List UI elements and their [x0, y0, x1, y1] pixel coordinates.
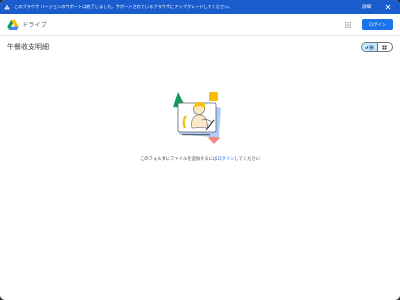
warning-icon: [2, 0, 12, 14]
empty-message-login-link[interactable]: ログイン: [217, 157, 234, 162]
unsupported-browser-banner: このブラウザ バージョンのサポートは終了しました。サポートされているブラウザにア…: [0, 0, 400, 14]
folder-title: 午餐收支明細: [7, 43, 49, 51]
banner-detail-link[interactable]: 詳細: [362, 4, 371, 10]
list-view-button[interactable]: [362, 43, 378, 51]
empty-message-prefix: このフォルダにファイルを追加するには: [139, 157, 218, 162]
grid-view-icon: [382, 45, 387, 49]
browser-page: このブラウザ バージョンのサポートは終了しました。サポートされているブラウザにア…: [0, 0, 400, 300]
folder-title-row: 午餐收支明細: [0, 37, 400, 57]
app-name[interactable]: ドライブ: [22, 20, 47, 29]
empty-message-suffix: してください: [234, 157, 261, 162]
banner-message: このブラウザ バージョンのサポートは終了しました。サポートされているブラウザにア…: [14, 4, 233, 9]
grid-view-button[interactable]: [378, 43, 393, 51]
view-toggle: [361, 42, 393, 52]
app-header: ドライブ ログイン: [0, 14, 400, 36]
empty-folder-message: このフォルダにファイルを追加するにはログインしてください: [0, 156, 400, 162]
list-view-icon: [365, 45, 374, 49]
google-drive-logo-icon[interactable]: [7, 19, 19, 30]
apps-grid-icon[interactable]: [343, 20, 353, 30]
empty-folder-illustration: [168, 90, 230, 148]
login-button[interactable]: ログイン: [362, 19, 393, 30]
close-icon[interactable]: [383, 2, 393, 12]
